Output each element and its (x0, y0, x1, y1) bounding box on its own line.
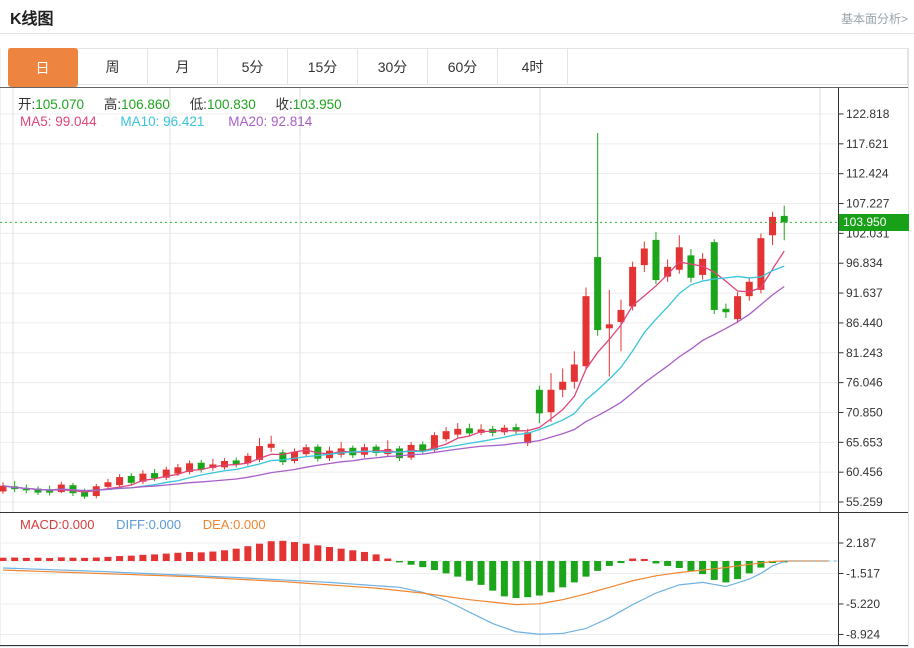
ma10-label: MA10: (120, 114, 159, 129)
svg-text:60.456: 60.456 (846, 465, 883, 479)
svg-text:112.424: 112.424 (846, 167, 889, 181)
ma-readout: MA5: 99.044 MA10: 96.421 MA20: 92.814 (20, 114, 332, 129)
dea-label: DEA: (203, 517, 233, 532)
svg-text:81.243: 81.243 (846, 346, 883, 360)
tab-5min[interactable]: 5分 (218, 49, 288, 84)
tab-60min[interactable]: 60分 (428, 49, 498, 84)
svg-text:-5.220: -5.220 (846, 597, 880, 611)
svg-text:-1.517: -1.517 (846, 566, 880, 580)
low-label: 低: (190, 97, 207, 112)
dea-value: 0.000 (233, 517, 266, 532)
svg-text:96.834: 96.834 (846, 256, 883, 270)
svg-text:122.818: 122.818 (846, 107, 890, 121)
page-title: K线图 (10, 5, 54, 29)
macd-label: MACD: (20, 517, 62, 532)
tab-day[interactable]: 日 (8, 48, 78, 87)
tab-week[interactable]: 周 (78, 49, 148, 84)
close-label: 收: (276, 97, 293, 112)
tab-bar: 日周月5分15分30分60分4时 (8, 48, 908, 85)
ma5-label: MA5: (20, 114, 52, 129)
open-label: 开: (18, 97, 35, 112)
svg-text:2.187: 2.187 (846, 536, 876, 550)
ohlc-readout: 开:105.070 高:106.860 低:100.830 收:103.950 (18, 93, 358, 113)
open-value: 105.070 (35, 97, 84, 112)
high-label: 高: (104, 97, 121, 112)
price-pane (0, 133, 838, 499)
ma20-value: 92.814 (271, 114, 312, 129)
tab-month[interactable]: 月 (148, 49, 218, 84)
tab-30min[interactable]: 30分 (358, 49, 428, 84)
ma20-label: MA20: (228, 114, 267, 129)
tab-4hour[interactable]: 4时 (498, 49, 568, 84)
high-value: 106.860 (121, 97, 170, 112)
diff-value: 0.000 (149, 517, 182, 532)
low-value: 100.830 (207, 97, 256, 112)
fundamental-analysis-link[interactable]: 基本面分析> (841, 10, 908, 27)
ma10-value: 96.421 (163, 114, 204, 129)
svg-text:117.621: 117.621 (846, 137, 889, 151)
svg-text:55.259: 55.259 (846, 495, 883, 509)
svg-text:86.440: 86.440 (846, 316, 883, 330)
svg-text:70.850: 70.850 (846, 405, 883, 419)
macd-value: 0.000 (62, 517, 95, 532)
tab-15min[interactable]: 15分 (288, 49, 358, 84)
svg-text:76.046: 76.046 (846, 376, 883, 390)
svg-text:91.637: 91.637 (846, 286, 883, 300)
macd-readout: MACD:0.000 DIFF:0.000 DEA:0.000 (20, 517, 284, 532)
close-value: 103.950 (293, 97, 342, 112)
kline-widget: K线图 基本面分析> 日周月5分15分30分60分4时 122.818 117.6… (0, 0, 914, 648)
macd-pane (0, 541, 838, 634)
svg-text:107.227: 107.227 (846, 197, 890, 211)
svg-text:-8.924: -8.924 (846, 627, 880, 641)
svg-text:65.653: 65.653 (846, 435, 883, 449)
ma5-value: 99.044 (55, 114, 96, 129)
last-price-badge: 103.950 (839, 214, 909, 231)
diff-label: DIFF: (116, 517, 149, 532)
